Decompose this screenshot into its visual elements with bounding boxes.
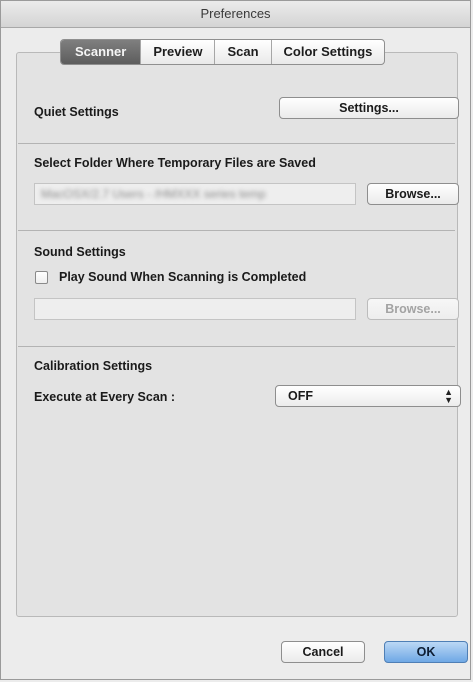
calibration-settings-label: Calibration Settings <box>34 359 153 373</box>
play-sound-label: Play Sound When Scanning is Completed <box>59 270 307 284</box>
quiet-settings-label: Quiet Settings <box>34 105 119 119</box>
tab-scanner[interactable]: Scanner <box>61 40 141 64</box>
temp-folder-label: Select Folder Where Temporary Files are … <box>34 156 316 170</box>
preferences-window: Preferences Scanner Preview Scan Color S… <box>0 0 471 680</box>
temp-folder-path-field: MacOSX/2.7 Users - /HMXXX series temp <box>34 183 356 205</box>
execute-every-scan-select[interactable]: OFF ▲ ▼ <box>275 385 461 407</box>
tab-scan[interactable]: Scan <box>214 40 270 64</box>
temp-folder-path: MacOSX/2.7 Users - /HMXXX series temp <box>41 187 266 201</box>
tab-bar: Scanner Preview Scan Color Settings <box>60 39 386 65</box>
sound-path-field <box>34 298 356 320</box>
separator <box>18 143 455 144</box>
separator <box>18 346 455 347</box>
ok-button[interactable]: OK <box>384 641 468 663</box>
sound-settings-label: Sound Settings <box>34 245 126 259</box>
temp-folder-browse-button[interactable]: Browse... <box>367 183 459 205</box>
execute-every-scan-value: OFF <box>288 389 313 403</box>
quiet-settings-button[interactable]: Settings... <box>279 97 459 119</box>
settings-panel <box>16 52 458 617</box>
cancel-button[interactable]: Cancel <box>281 641 365 663</box>
sound-browse-button[interactable]: Browse... <box>367 298 459 320</box>
execute-every-scan-label: Execute at Every Scan : <box>34 390 176 404</box>
window-title: Preferences <box>1 1 470 28</box>
select-arrows-icon: ▲ ▼ <box>444 387 453 405</box>
tab-color-settings[interactable]: Color Settings <box>270 40 385 64</box>
tab-preview[interactable]: Preview <box>140 40 214 64</box>
play-sound-checkbox[interactable] <box>35 271 48 284</box>
separator <box>18 230 455 231</box>
